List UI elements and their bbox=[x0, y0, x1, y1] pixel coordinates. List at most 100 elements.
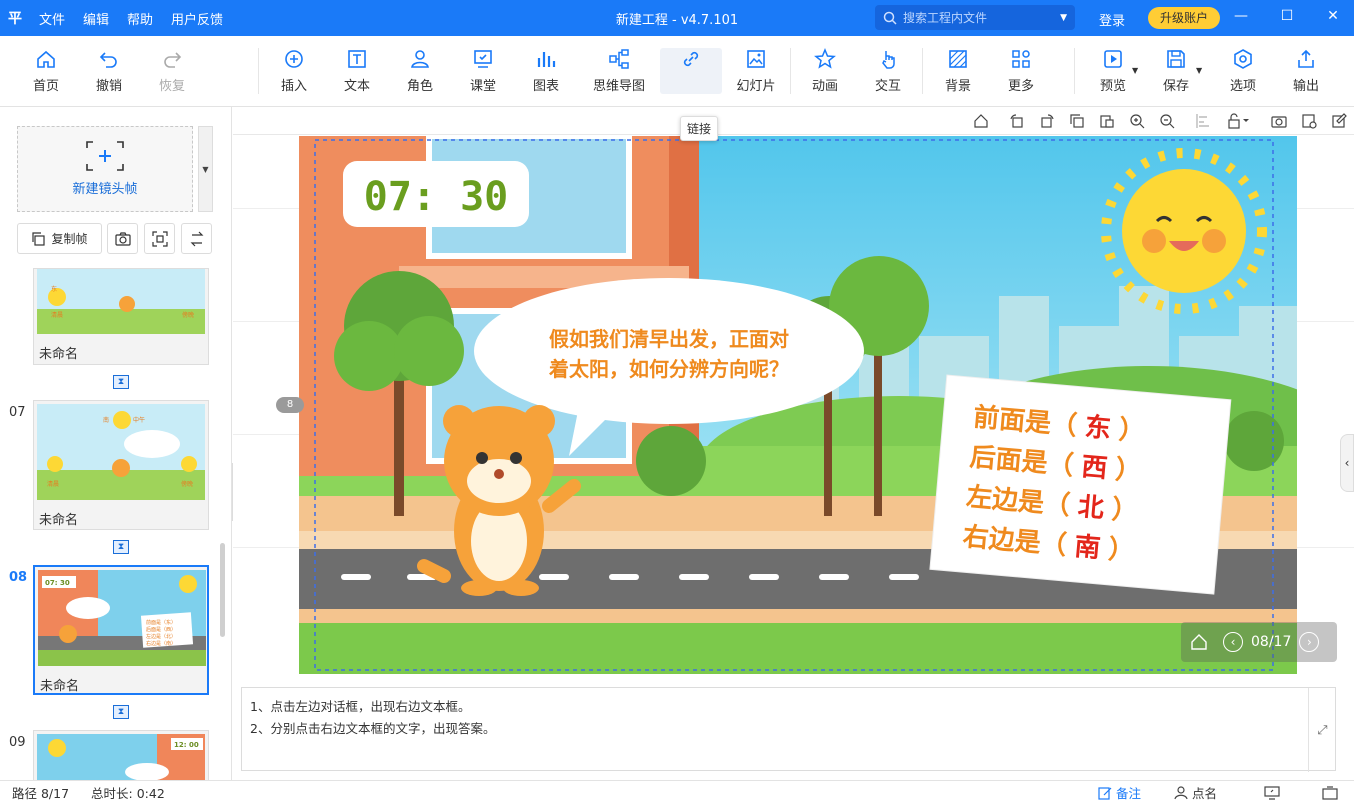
preview-dropdown-icon[interactable]: ▼ bbox=[1132, 66, 1138, 75]
frame-number-badge[interactable]: 8 bbox=[276, 397, 304, 413]
slideshow-button[interactable]: 幻灯片 bbox=[725, 48, 787, 94]
pointer-hand-icon bbox=[882, 51, 895, 69]
zoom-out-icon[interactable] bbox=[1159, 113, 1175, 129]
person-icon bbox=[1174, 785, 1188, 799]
search-box[interactable]: 搜索工程内文件 ▼ bbox=[875, 5, 1075, 30]
close-icon[interactable]: ✕ bbox=[1324, 8, 1342, 24]
transition-icon[interactable]: ⧗ bbox=[113, 375, 129, 389]
thumb-word: 清晨 bbox=[47, 480, 59, 488]
menu-file[interactable]: 文件 bbox=[30, 9, 74, 28]
export-button[interactable]: 输出 bbox=[1275, 48, 1337, 94]
maximize-icon[interactable]: ☐ bbox=[1278, 8, 1296, 24]
background-button[interactable]: 背景 bbox=[927, 48, 989, 94]
lock-icon[interactable] bbox=[1227, 113, 1251, 129]
frame-panel: 新建镜头帧 ▼ 复制帧 东 傍晚 清晨 未命名 ⧗ 07 南 中午 清晨 傍晚 … bbox=[0, 107, 232, 780]
duration-status: 总时长: 0:42 bbox=[91, 786, 165, 801]
new-frame-dropdown[interactable]: ▼ bbox=[198, 126, 213, 212]
rotate-left-icon[interactable] bbox=[1009, 113, 1025, 129]
snapshot-button[interactable] bbox=[107, 223, 138, 254]
slide-thumbnail-selected[interactable]: 07: 30 前面是（东） 后面是（西） 左边是（北） 右边是（南） 未命名 bbox=[33, 565, 209, 695]
camera-icon bbox=[114, 231, 131, 246]
notes-toggle[interactable]: 备注 bbox=[1098, 783, 1141, 802]
transition-icon[interactable]: ⧗ bbox=[113, 705, 129, 719]
login-link[interactable]: 登录 bbox=[1099, 10, 1125, 29]
guide-line bbox=[1297, 547, 1354, 548]
minimize-icon[interactable]: — bbox=[1232, 8, 1250, 24]
home-button[interactable]: 首页 bbox=[15, 48, 77, 94]
menu-help[interactable]: 帮助 bbox=[118, 9, 162, 28]
prev-frame-icon[interactable]: ‹ bbox=[1223, 632, 1243, 652]
search-icon bbox=[883, 11, 897, 25]
switch-frame-button[interactable] bbox=[181, 223, 212, 254]
edit-icon[interactable] bbox=[1331, 113, 1347, 129]
home-icon[interactable] bbox=[1189, 632, 1209, 652]
canvas-area: 07: 30 假如我们清早出发，正面对 着太阳，如何分辨方向呢？ 前面是（东） … bbox=[233, 107, 1354, 780]
window-icon[interactable] bbox=[1322, 785, 1338, 800]
thumb-word: 南 bbox=[103, 416, 109, 424]
guide-line bbox=[233, 208, 299, 209]
more-button[interactable]: 更多 bbox=[990, 48, 1052, 94]
bush bbox=[1224, 411, 1284, 471]
text-button[interactable]: 文本 bbox=[326, 48, 388, 94]
more-label: 更多 bbox=[1007, 79, 1034, 94]
settings-icon[interactable] bbox=[1301, 113, 1317, 129]
notes-editor[interactable]: 1、点击左边对话框，出现右边文本框。 2、分别点击右边文本框的文字，出现答案。 … bbox=[241, 687, 1336, 772]
copy-icon[interactable] bbox=[1069, 113, 1085, 129]
new-frame-button[interactable]: 新建镜头帧 bbox=[17, 126, 193, 212]
link-button[interactable] bbox=[660, 48, 722, 94]
chart-button[interactable]: 图表 bbox=[515, 48, 577, 94]
expand-right-panel-button[interactable]: ‹ bbox=[1340, 434, 1354, 492]
insert-button[interactable]: 插入 bbox=[263, 48, 325, 94]
options-button[interactable]: 选项 bbox=[1212, 48, 1274, 94]
paste-icon[interactable] bbox=[1099, 113, 1115, 129]
fit-frame-button[interactable] bbox=[144, 223, 175, 254]
menu-edit[interactable]: 编辑 bbox=[74, 9, 118, 28]
camera-icon[interactable] bbox=[1271, 113, 1287, 129]
image-icon bbox=[747, 50, 765, 68]
frame-panel-scrollbar[interactable] bbox=[220, 543, 225, 637]
expand-notes-icon[interactable]: ⤢ bbox=[1308, 688, 1336, 772]
notes-line: 2、分别点击右边文本框的文字，出现答案。 bbox=[250, 721, 496, 736]
guide-line bbox=[233, 321, 299, 322]
chart-label: 图表 bbox=[532, 79, 559, 94]
interaction-button[interactable]: 交互 bbox=[857, 48, 919, 94]
role-button[interactable]: 角色 bbox=[389, 48, 451, 94]
page-indicator: 08/17 bbox=[1251, 634, 1292, 650]
slide-thumbnail[interactable]: 12: 00 bbox=[33, 730, 209, 780]
link-icon bbox=[683, 51, 699, 67]
mindmap-button[interactable]: 思维导图 bbox=[583, 48, 655, 94]
text-icon bbox=[348, 50, 366, 68]
screen-icon[interactable] bbox=[1264, 785, 1280, 800]
next-frame-icon[interactable]: › bbox=[1299, 632, 1320, 652]
upgrade-button[interactable]: 升级账户 bbox=[1148, 7, 1221, 29]
main-toolbar: 首页 撤销 恢复 插入 文本 角色 课堂 图表 思维导图 链接 幻灯片 动画 交… bbox=[0, 36, 1354, 141]
undo-button[interactable]: 撤销 bbox=[78, 48, 140, 94]
home-icon[interactable] bbox=[973, 113, 989, 129]
classroom-button[interactable]: 课堂 bbox=[452, 48, 514, 94]
rotate-right-icon[interactable] bbox=[1039, 113, 1055, 129]
copy-frame-button[interactable]: 复制帧 bbox=[17, 223, 102, 254]
star-icon bbox=[814, 48, 836, 69]
title-bar: 平 文件 编辑 帮助 用户反馈 新建工程 - v4.7.101 搜索工程内文件 … bbox=[0, 0, 1354, 36]
redo-button[interactable]: 恢复 bbox=[141, 48, 203, 94]
thumb-word: 傍晚 bbox=[182, 311, 194, 319]
answer-card-rows: 后面是（西） 左边是（北） 右边是（南） bbox=[962, 442, 1143, 567]
save-dropdown-icon[interactable]: ▼ bbox=[1196, 66, 1202, 75]
transition-icon[interactable]: ⧗ bbox=[113, 540, 129, 554]
grass bbox=[299, 623, 1297, 674]
slide-canvas[interactable]: 07: 30 假如我们清早出发，正面对 着太阳，如何分辨方向呢？ 前面是（东） … bbox=[299, 136, 1297, 674]
chevron-down-icon[interactable]: ▼ bbox=[1060, 13, 1067, 23]
roll-call-button[interactable]: 点名 bbox=[1174, 783, 1217, 802]
menu-feedback[interactable]: 用户反馈 bbox=[162, 9, 232, 28]
save-label: 保存 bbox=[1162, 79, 1189, 94]
animation-button[interactable]: 动画 bbox=[794, 48, 856, 94]
canvas-icon-bar bbox=[233, 107, 1354, 135]
guide-line bbox=[233, 547, 299, 548]
toolbar-divider bbox=[790, 48, 791, 94]
roll-call-label: 点名 bbox=[1192, 786, 1218, 801]
slide-thumbnail[interactable]: 东 傍晚 清晨 未命名 bbox=[33, 268, 209, 365]
zoom-in-icon[interactable] bbox=[1129, 113, 1145, 129]
notes-toggle-label: 备注 bbox=[1116, 786, 1142, 801]
align-icon[interactable] bbox=[1195, 113, 1211, 129]
slide-thumbnail[interactable]: 南 中午 清晨 傍晚 未命名 bbox=[33, 400, 209, 530]
